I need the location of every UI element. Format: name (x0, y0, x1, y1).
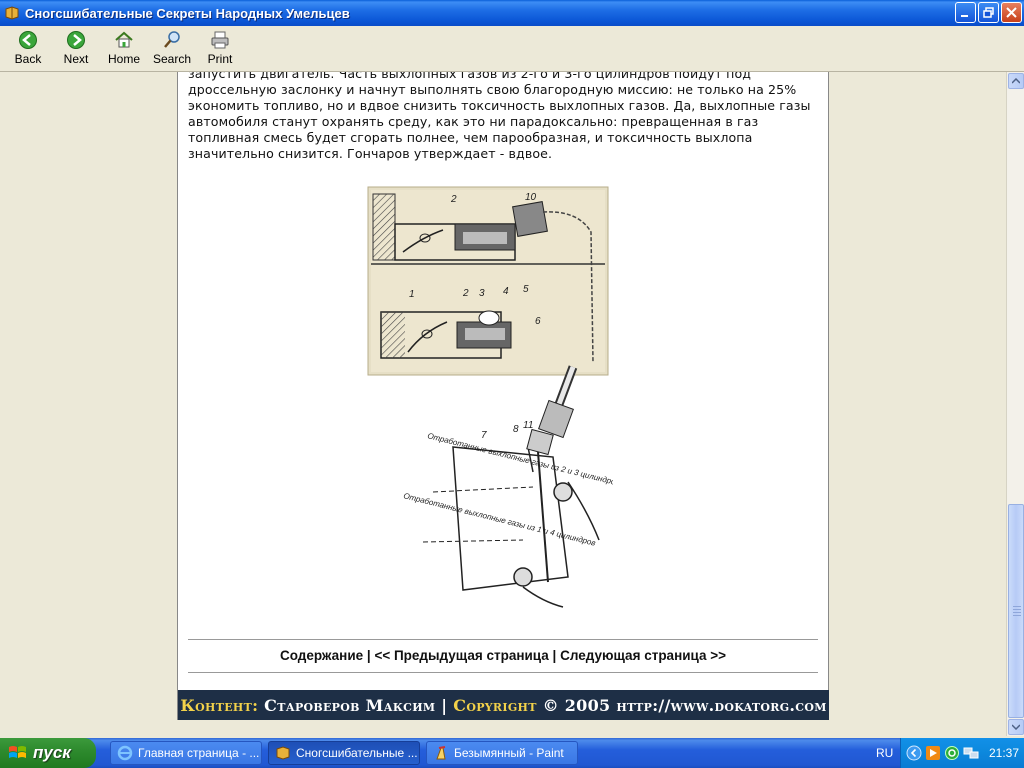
taskbar-item-secrets[interactable]: Сногсшибательные ... (268, 741, 420, 765)
figure-label: 10 (525, 192, 537, 203)
divider (188, 639, 818, 640)
search-label: Search (152, 52, 192, 66)
paint-icon (436, 746, 446, 760)
figure-label: 4 (503, 286, 509, 297)
minimize-button[interactable] (955, 2, 976, 23)
system-tray: 21:37 (900, 738, 1024, 768)
printer-icon (211, 31, 229, 49)
home-label: Home (107, 52, 140, 66)
footer-content-label: Контент: (180, 695, 259, 715)
language-indicator[interactable]: RU (876, 746, 893, 760)
next-label: Next (63, 52, 89, 66)
footer-author: Староверов Максим (264, 695, 436, 715)
toolbar: Back Next Home Search Print (0, 26, 1024, 72)
taskbar: пуск Главная страница - ... Сногсшибател… (0, 738, 1024, 768)
article-line: запустить двигатель. Часть выхлопных газ… (188, 72, 752, 81)
search-button[interactable]: Search (148, 26, 196, 70)
nav-separator: | (366, 648, 371, 663)
taskbar-item-paint[interactable]: Безымянный - Paint (426, 741, 578, 765)
article-line: автомобиля станут охранять среду, как эт… (188, 114, 759, 129)
scroll-down-button[interactable] (1008, 719, 1024, 735)
print-label: Print (207, 52, 233, 66)
prev-page-link[interactable]: << Предыдущая страница (374, 648, 548, 663)
figure-label: 6 (535, 316, 541, 327)
home-button[interactable]: Home (100, 26, 148, 70)
nav-separator: | (552, 648, 557, 663)
security-icon[interactable] (944, 745, 960, 761)
article-text: запустить двигатель. Часть выхлопных газ… (188, 72, 820, 162)
windows-flag-icon (9, 746, 26, 758)
restore-icon (983, 7, 994, 18)
back-button[interactable]: Back (4, 26, 52, 70)
minimize-icon (961, 15, 968, 17)
scroll-up-button[interactable] (1008, 73, 1024, 89)
maximize-button[interactable] (978, 2, 999, 23)
page-navigation: Содержание | << Предыдущая страница | Сл… (178, 648, 828, 663)
figure-label: 2 (462, 288, 469, 299)
figure-label: 11 (523, 420, 533, 431)
footer-copyright-label: Copyright (453, 695, 537, 715)
start-button[interactable]: пуск (0, 738, 96, 768)
article-line: экономить топливо, но и вдвое снизить то… (188, 98, 811, 113)
close-icon (1006, 7, 1017, 18)
figure-label: 3 (479, 288, 485, 299)
technical-diagram: 2 10 1 2 3 4 5 6 7 8 11 Отработанные вых… (367, 186, 613, 608)
start-label: пуск (33, 743, 71, 762)
back-arrow-icon (19, 31, 37, 49)
figure-label: 7 (481, 430, 487, 441)
title-bar: Сногсшибательные Секреты Народных Умельц… (0, 0, 1024, 26)
chevron-up-icon (1012, 78, 1020, 84)
book-icon (5, 6, 19, 20)
next-arrow-icon (67, 31, 85, 49)
close-button[interactable] (1001, 2, 1022, 23)
footer-separator: | (441, 695, 448, 715)
task-label: Безымянный - Paint (454, 746, 564, 760)
scroll-thumb[interactable] (1008, 504, 1024, 718)
ie-icon (117, 745, 133, 761)
article-line: дроссельную заслонку и начнут выполнять … (188, 82, 797, 97)
article-line: значительно снизится. Гончаров утверждае… (188, 146, 553, 161)
chevron-down-icon (1012, 724, 1020, 730)
window-title: Сногсшибательные Секреты Народных Умельц… (25, 5, 350, 21)
search-icon (164, 31, 180, 48)
contents-link[interactable]: Содержание (280, 648, 363, 663)
media-player-icon[interactable] (925, 745, 941, 761)
task-label: Сногсшибательные ... (296, 746, 418, 760)
print-button[interactable]: Print (196, 26, 244, 70)
chevron-left-icon[interactable] (906, 745, 922, 761)
figure-label: 1 (409, 289, 415, 300)
divider (188, 672, 818, 673)
back-label: Back (14, 52, 42, 66)
figure-label: 8 (513, 424, 519, 435)
figure-label: 5 (523, 284, 529, 295)
clock[interactable]: 21:37 (989, 746, 1019, 760)
taskbar-item-homepage[interactable]: Главная страница - ... (110, 741, 262, 765)
footer-copyright-link[interactable]: © 2005 http://www.dokatorg.com (543, 696, 827, 715)
next-button[interactable]: Next (52, 26, 100, 70)
book-icon (276, 746, 290, 760)
page: запустить двигатель. Часть выхлопных газ… (177, 72, 829, 720)
next-page-link[interactable]: Следующая страница >> (560, 648, 726, 663)
figure-label: 2 (450, 194, 457, 205)
task-label: Главная страница - ... (138, 746, 260, 760)
article-line: топливная смесь будет сгорать полнее, че… (188, 130, 753, 145)
vertical-scrollbar[interactable] (1006, 72, 1024, 736)
footer-banner: Контент: Староверов Максим | Copyright ©… (178, 690, 829, 720)
content-viewport: запустить двигатель. Часть выхлопных газ… (0, 72, 1006, 736)
home-icon (115, 31, 133, 48)
network-icon[interactable] (963, 745, 979, 761)
